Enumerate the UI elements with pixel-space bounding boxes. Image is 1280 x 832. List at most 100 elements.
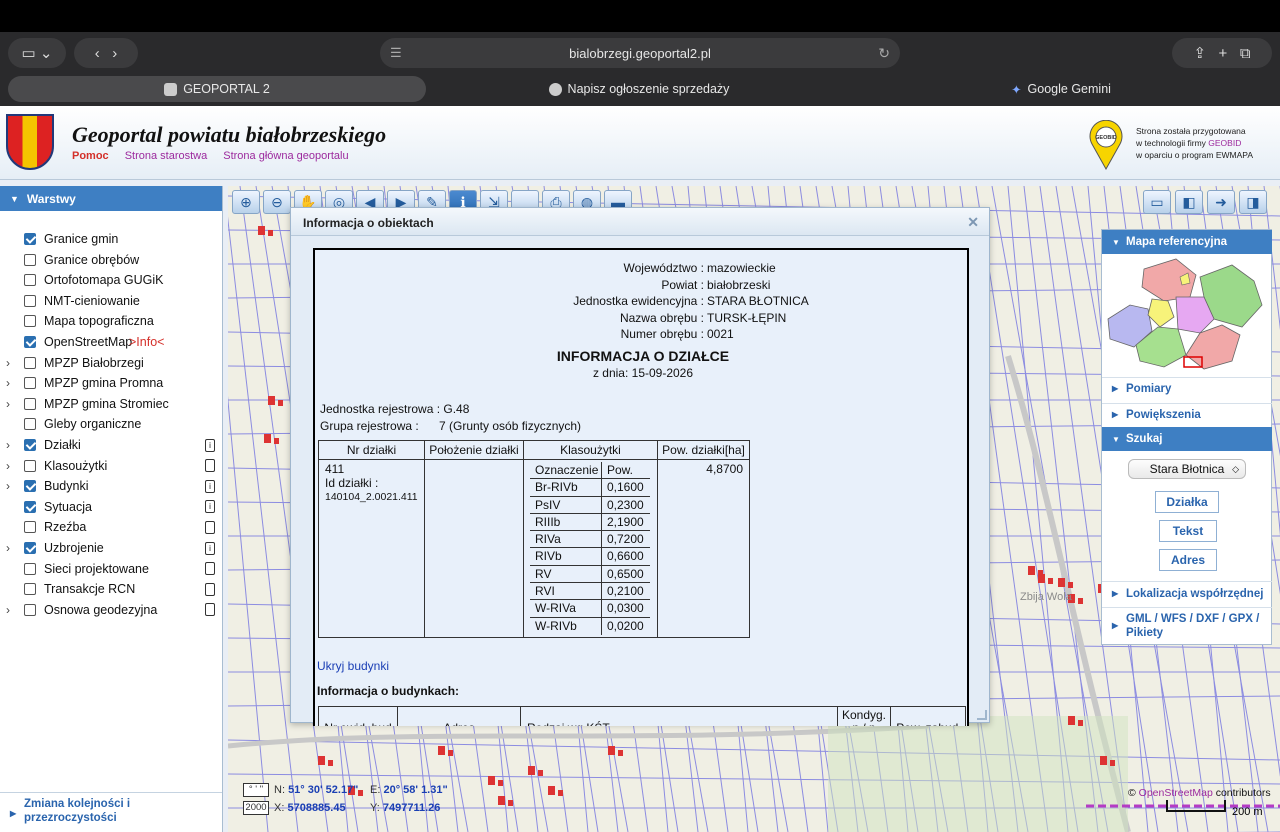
layout-right-icon[interactable]: ◨	[1239, 190, 1267, 214]
layer-item[interactable]: Sytuacja i	[0, 497, 222, 517]
address-bar[interactable]: ☰ bialobrzegi.geoportal2.pl ↻	[380, 38, 900, 68]
tabs-overview-icon[interactable]: ⧉	[1240, 45, 1251, 62]
starostwo-link[interactable]: Strona starostwa	[125, 150, 208, 162]
layer-checkbox[interactable]	[24, 542, 36, 554]
reload-icon[interactable]: ↻	[878, 45, 890, 62]
szukaj-header[interactable]: ▼ Szukaj	[1102, 427, 1272, 451]
close-icon[interactable]: ✕	[967, 214, 979, 231]
expand-chevron-icon[interactable]: ›	[6, 541, 10, 555]
layer-checkbox[interactable]	[24, 315, 36, 328]
layer-checkbox[interactable]	[24, 439, 36, 451]
layout-arrow-icon[interactable]: ➜	[1207, 190, 1235, 214]
layer-item[interactable]: OpenStreetMap >Info<	[0, 332, 222, 352]
layer-checkbox[interactable]	[24, 459, 36, 472]
layout-left-icon[interactable]: ◧	[1175, 190, 1203, 214]
layer-item[interactable]: Rzeźba	[0, 517, 222, 537]
expand-chevron-icon[interactable]: ›	[6, 438, 10, 452]
coord-mode-deg-button[interactable]: ° ' "	[243, 783, 269, 797]
doc-icon[interactable]	[205, 520, 215, 534]
pomiary-section[interactable]: ▶ Pomiary	[1102, 377, 1272, 399]
expand-chevron-icon[interactable]: ›	[6, 397, 10, 411]
expand-chevron-icon[interactable]: ›	[6, 376, 10, 390]
doc-icon[interactable]	[205, 582, 215, 596]
layer-item[interactable]: › Budynki i	[0, 476, 222, 496]
layer-checkbox[interactable]	[24, 583, 36, 596]
layer-checkbox[interactable]	[24, 294, 36, 307]
info-doc-icon[interactable]: i	[205, 438, 215, 452]
geoportal-home-link[interactable]: Strona główna geoportalu	[223, 150, 348, 162]
layer-checkbox[interactable]	[24, 233, 36, 245]
powiekszenia-section[interactable]: ▶ Powiększenia	[1102, 403, 1272, 425]
geobid-logo[interactable]: GEOBID	[1088, 120, 1124, 170]
info-doc-icon[interactable]: i	[205, 541, 215, 555]
tab-ogloszenie[interactable]: Napisz ogłoszenie sprzedaży	[430, 76, 848, 102]
layer-item[interactable]: Transakcje RCN	[0, 579, 222, 599]
zoom-out-icon[interactable]: ⊖	[263, 190, 291, 214]
layer-item[interactable]: › Uzbrojenie i	[0, 538, 222, 558]
search-tekst-button[interactable]: Tekst	[1159, 520, 1217, 542]
expand-chevron-icon[interactable]: ›	[6, 603, 10, 617]
layer-checkbox[interactable]	[24, 521, 36, 534]
layer-item[interactable]: Granice gmin	[0, 229, 222, 249]
lokalizacja-section[interactable]: ▶ Lokalizacja współrzędnej	[1102, 581, 1272, 605]
forward-icon[interactable]: ›	[112, 45, 117, 62]
layers-panel-header[interactable]: ▼ Warstwy	[0, 186, 222, 211]
hide-buildings-link[interactable]: Ukryj budynki	[317, 659, 389, 673]
layer-checkbox[interactable]	[24, 377, 36, 390]
layer-checkbox[interactable]	[24, 253, 36, 266]
history-nav[interactable]: ‹ ›	[74, 38, 138, 68]
reference-map[interactable]	[1104, 257, 1270, 375]
layer-item[interactable]: › Osnowa geodezyjna	[0, 600, 222, 620]
layer-checkbox[interactable]	[24, 418, 36, 431]
layer-checkbox[interactable]	[24, 336, 36, 348]
coord-mode-2000-button[interactable]: 2000	[243, 801, 269, 815]
ref-map-header[interactable]: ▼ Mapa referencyjna	[1102, 230, 1272, 254]
gml-section[interactable]: ▶ GML / WFS / DXF / GPX / Pikiety	[1102, 607, 1272, 643]
layout-full-icon[interactable]: ▭	[1143, 190, 1171, 214]
search-dzialka-button[interactable]: Działka	[1155, 491, 1219, 513]
layer-item[interactable]: › MPZP gmina Promna	[0, 373, 222, 393]
layer-checkbox[interactable]	[24, 356, 36, 369]
new-tab-icon[interactable]: +	[1219, 45, 1228, 62]
layer-checkbox[interactable]	[24, 562, 36, 575]
layer-checkbox[interactable]	[24, 274, 36, 287]
layer-checkbox[interactable]	[24, 480, 36, 493]
geobid-link[interactable]: GEOBID	[1208, 138, 1241, 148]
osm-info-link[interactable]: >Info<	[129, 335, 164, 349]
doc-icon[interactable]	[205, 562, 215, 576]
layer-checkbox[interactable]	[24, 603, 36, 616]
help-link[interactable]: Pomoc	[72, 150, 109, 162]
layer-item[interactable]: › MPZP Białobrzegi	[0, 353, 222, 373]
layer-item[interactable]: › Działki i	[0, 435, 222, 455]
resize-handle[interactable]	[977, 710, 987, 720]
info-doc-icon[interactable]: i	[205, 500, 215, 514]
tab-gemini[interactable]: ✦ Google Gemini	[852, 76, 1270, 102]
layer-item[interactable]: › MPZP gmina Stromiec	[0, 394, 222, 414]
layer-checkbox[interactable]	[24, 397, 36, 410]
back-icon[interactable]: ‹	[95, 45, 100, 62]
search-adres-button[interactable]: Adres	[1159, 549, 1217, 571]
doc-icon[interactable]	[205, 603, 215, 617]
gmina-select[interactable]: Stara Błotnica ◇	[1128, 459, 1246, 479]
doc-icon[interactable]	[205, 459, 215, 473]
layer-item[interactable]: Sieci projektowane	[0, 559, 222, 579]
info-doc-icon[interactable]: i	[205, 479, 215, 493]
expand-chevron-icon[interactable]: ›	[6, 356, 10, 370]
layer-item[interactable]: Ortofotomapa GUGiK	[0, 270, 222, 290]
dialog-content[interactable]: Województwo : mazowieckie Powiat : białobrz…	[313, 248, 969, 726]
layer-item[interactable]: NMT-cieniowanie	[0, 291, 222, 311]
layer-item[interactable]: › Klasoużytki	[0, 456, 222, 476]
zoom-in-icon[interactable]: ⊕	[232, 190, 260, 214]
expand-chevron-icon[interactable]: ›	[6, 459, 10, 473]
osm-link[interactable]: OpenStreetMap	[1139, 787, 1213, 799]
layer-item[interactable]: Mapa topograficzna	[0, 311, 222, 331]
sidebar-toggle-button[interactable]: ▭ ⌄	[8, 38, 66, 68]
reader-icon[interactable]: ☰	[390, 45, 402, 61]
layer-item[interactable]: Gleby organiczne	[0, 414, 222, 434]
layer-item[interactable]: Granice obrębów	[0, 250, 222, 270]
tab-geoportal[interactable]: GEOPORTAL 2	[8, 76, 426, 102]
layer-order-link[interactable]: ▶ Zmiana kolejności i przezroczystości	[0, 792, 222, 832]
expand-chevron-icon[interactable]: ›	[6, 479, 10, 493]
layer-checkbox[interactable]	[24, 500, 36, 513]
share-icon[interactable]: ⇪	[1193, 44, 1206, 62]
